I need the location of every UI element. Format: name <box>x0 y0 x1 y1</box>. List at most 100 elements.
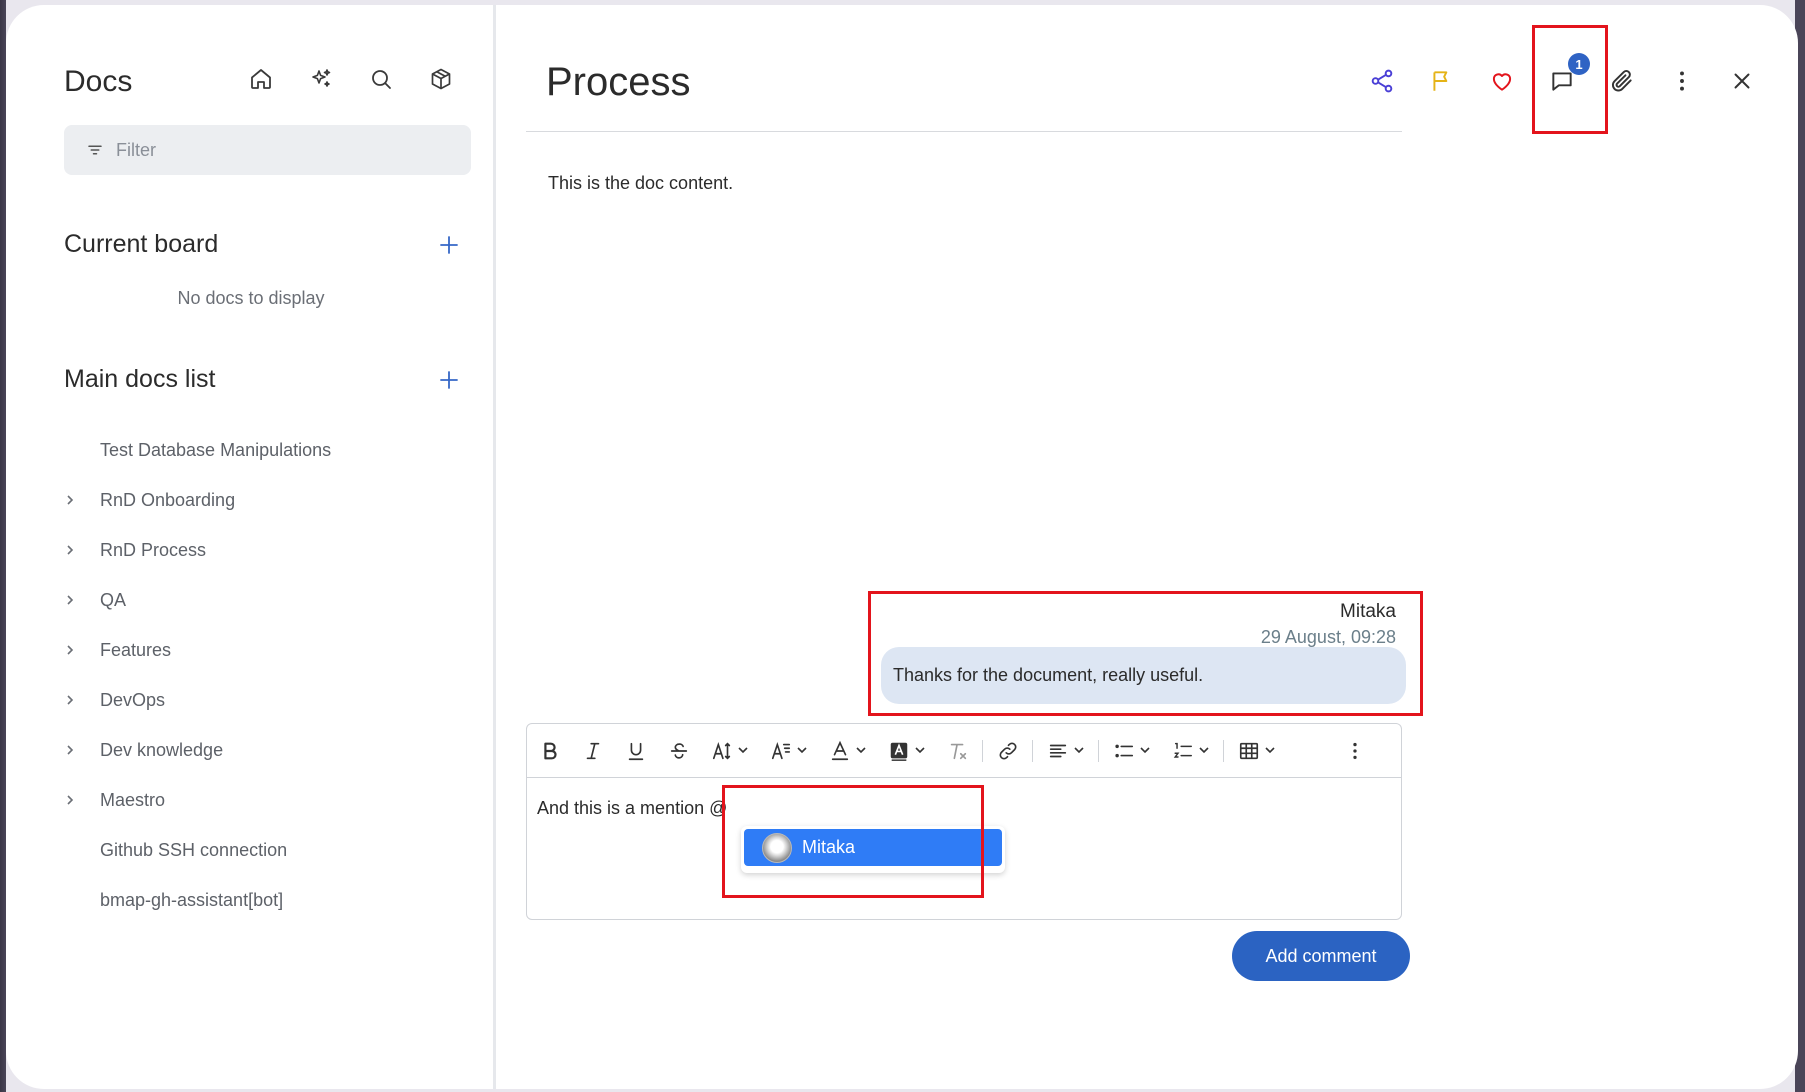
doc-item-label: bmap-gh-assistant[bot] <box>100 889 284 910</box>
main-docs-list: Test Database Manipulations RnD Onboardi… <box>64 425 464 925</box>
clear-format-icon <box>950 743 967 759</box>
chevron-down-icon <box>1073 739 1085 762</box>
table-dropdown[interactable] <box>1238 736 1276 766</box>
numbered-list-dropdown[interactable] <box>1172 736 1210 766</box>
doc-item-label: QA <box>100 589 127 610</box>
chevron-right-icon[interactable] <box>64 744 100 756</box>
chevron-right-icon[interactable] <box>64 794 100 806</box>
chevron-right-icon[interactable] <box>64 694 100 706</box>
font-size-dropdown[interactable] <box>711 736 749 766</box>
comment-editor[interactable]: And this is a mention @ <box>526 723 1402 920</box>
chevron-right-icon[interactable] <box>64 544 100 556</box>
mention-option[interactable]: Mitaka <box>744 829 1002 866</box>
heart-icon[interactable] <box>1488 67 1516 95</box>
doc-item-label: RnD Process <box>100 539 207 560</box>
add-current-board-doc-button[interactable] <box>438 234 460 256</box>
doc-item-devops[interactable]: DevOps <box>64 675 464 725</box>
more-vertical-icon <box>1353 742 1357 760</box>
chevron-down-icon <box>855 739 867 762</box>
chevron-down-icon <box>737 739 749 762</box>
doc-item-maestro[interactable]: Maestro <box>64 775 464 825</box>
chevron-right-icon[interactable] <box>64 594 100 606</box>
highlight-color-dropdown[interactable] <box>888 736 926 766</box>
doc-item-github-ssh-connection[interactable]: Github SSH connection <box>64 825 464 875</box>
strikethrough-button[interactable] <box>668 736 690 766</box>
avatar <box>762 832 792 863</box>
more-vertical-icon[interactable] <box>1668 67 1696 95</box>
doc-item-features[interactable]: Features <box>64 625 464 675</box>
doc-item-label: DevOps <box>100 689 166 710</box>
bold-icon <box>544 742 557 759</box>
italic-button[interactable] <box>582 736 604 766</box>
current-board-empty: No docs to display <box>177 288 325 308</box>
doc-content: This is the doc content. <box>548 173 734 193</box>
strikethrough-icon <box>670 742 688 759</box>
filter-icon <box>88 145 102 155</box>
align-dropdown[interactable] <box>1047 736 1085 766</box>
main-docs-title: Main docs list <box>64 365 216 393</box>
doc-item-label: RnD Onboarding <box>100 489 236 510</box>
current-board-title: Current board <box>64 230 219 258</box>
chevron-right-icon[interactable] <box>64 644 100 656</box>
doc-item-rnd-onboarding[interactable]: RnD Onboarding <box>64 475 464 525</box>
home-icon[interactable] <box>249 67 273 91</box>
bullet-list-dropdown[interactable] <box>1113 736 1151 766</box>
editor-content[interactable]: And this is a mention @ <box>537 798 727 819</box>
font-style-dropdown[interactable] <box>770 736 808 766</box>
chevron-down-icon <box>1139 739 1151 762</box>
docs-sidebar: Docs Filter Current board No docs to dis… <box>6 5 496 1089</box>
search-icon[interactable] <box>369 67 393 91</box>
link-icon <box>999 742 1017 759</box>
add-comment-button[interactable]: Add comment <box>1232 931 1410 981</box>
doc-item-label: Maestro <box>100 789 166 810</box>
flag-icon[interactable] <box>1428 67 1456 95</box>
docs-modal: Docs Filter Current board No docs to dis… <box>6 5 1798 1089</box>
comment-count-badge: 1 <box>1568 53 1590 75</box>
doc-item-label: Test Database Manipulations <box>100 439 332 460</box>
font-size-icon <box>712 741 731 760</box>
underline-button[interactable] <box>625 736 647 766</box>
text-color-dropdown[interactable] <box>829 736 867 766</box>
sidebar-title: Docs <box>64 65 133 98</box>
package-icon[interactable] <box>429 67 453 91</box>
doc-main: Process 1 This is the doc content. Mitak… <box>496 5 1798 1089</box>
comments-icon[interactable]: 1 <box>1548 53 1590 95</box>
numbered-list-icon <box>1173 742 1192 758</box>
doc-item-qa[interactable]: QA <box>64 575 464 625</box>
doc-item-label: Features <box>100 639 172 660</box>
table-icon <box>1239 742 1259 759</box>
comment-bubble: Thanks for the document, really useful. <box>881 647 1406 704</box>
share-icon[interactable] <box>1368 67 1396 95</box>
editor-toolbar <box>527 724 1401 778</box>
filter-input[interactable]: Filter <box>64 125 471 175</box>
comment-author: Mitaka <box>1340 601 1396 622</box>
doc-item-label: Dev knowledge <box>100 739 224 760</box>
font-style-icon <box>771 741 791 759</box>
link-button[interactable] <box>997 736 1019 766</box>
doc-item-dev-knowledge[interactable]: Dev knowledge <box>64 725 464 775</box>
chevron-down-icon <box>1198 739 1210 762</box>
close-icon[interactable] <box>1728 67 1756 95</box>
bullet-list-icon <box>1115 744 1134 757</box>
title-divider <box>526 131 1402 132</box>
filter-placeholder: Filter <box>116 139 156 160</box>
chevron-right-icon[interactable] <box>64 494 100 506</box>
editor-more-button[interactable] <box>1344 736 1366 766</box>
comment-text: Thanks for the document, really useful. <box>893 665 1204 685</box>
mention-option-label: Mitaka <box>802 837 856 857</box>
chevron-down-icon <box>914 739 926 762</box>
sparkles-icon[interactable] <box>309 67 333 91</box>
clear-format-button[interactable] <box>947 736 969 766</box>
add-main-doc-button[interactable] <box>438 369 460 391</box>
doc-item-bmap-gh-assistant[interactable]: bmap-gh-assistant[bot] <box>64 875 464 925</box>
page-title: Process <box>546 60 691 104</box>
bold-button[interactable] <box>539 736 561 766</box>
sidebar-toolbar <box>249 67 453 91</box>
underline-icon <box>628 742 644 760</box>
text-color-icon <box>831 740 849 760</box>
doc-item-test-database-manipulations[interactable]: Test Database Manipulations <box>64 425 464 475</box>
attachment-icon[interactable] <box>1608 67 1636 95</box>
doc-item-rnd-process[interactable]: RnD Process <box>64 525 464 575</box>
doc-item-label: Github SSH connection <box>100 839 288 860</box>
mention-suggestions: Mitaka <box>741 826 1005 873</box>
